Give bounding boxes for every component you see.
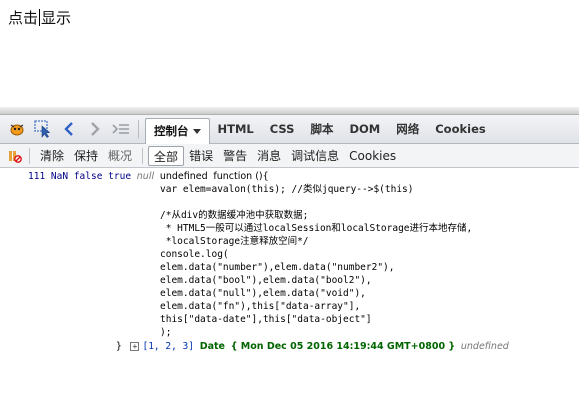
function-body-line: var elem=avalon(this); //类似jquery-->$(th… — [160, 184, 414, 195]
tab-html[interactable]: HTML — [210, 115, 262, 144]
clear-button[interactable]: 清除 — [35, 146, 69, 166]
tab-cookies[interactable]: Cookies — [427, 115, 493, 144]
function-body-line: /*从div的数据缓冲池中获取数据; — [160, 210, 309, 221]
filter-all[interactable]: 全部 — [148, 145, 185, 166]
tab-script[interactable]: 脚本 — [302, 115, 341, 144]
tab-console-label: 控制台 — [154, 123, 189, 138]
chevron-down-icon[interactable] — [192, 128, 201, 134]
console-output: 111 NaN false true null undefined functi… — [0, 168, 579, 400]
log-number: 111 — [28, 171, 46, 182]
close-brace: } — [116, 341, 122, 352]
filter-separator — [142, 147, 144, 164]
log-false: false — [73, 171, 103, 182]
command-line-icon[interactable] — [110, 118, 132, 140]
function-body-line: this["data-date"],this["data-object"] — [160, 314, 372, 325]
main-toolbar: 控制台 HTML CSS 脚本 DOM 网络 Cookies — [0, 115, 579, 144]
forward-arrow-icon[interactable] — [84, 118, 106, 140]
log-undefined: undefined — [159, 171, 208, 182]
persist-button[interactable]: 保持 — [69, 146, 103, 166]
toolbar-separator — [138, 120, 139, 138]
log-null: null — [136, 171, 155, 182]
function-body-line: * HTML5一般可以通过localSession和localStorage进行… — [160, 223, 473, 234]
log-date-value: { Mon Dec 05 2016 14:19:44 GMT+0800 } — [230, 341, 456, 352]
filter-cookies[interactable]: Cookies — [344, 146, 401, 166]
filter-debug[interactable]: 调试信息 — [286, 146, 344, 166]
log-undefined-tail: undefined — [460, 341, 509, 352]
log-function-head[interactable]: function (){ — [213, 171, 268, 182]
tab-network[interactable]: 网络 — [388, 115, 427, 144]
tab-dom[interactable]: DOM — [341, 115, 388, 144]
console-filter-bar: 清除 保持 概况 全部 错误 警告 消息 调试信息 Cookies — [0, 144, 579, 168]
function-body-line: elem.data("fn"),this["data-array"], — [160, 301, 361, 312]
function-body-line: ); — [160, 327, 172, 338]
text-caret — [39, 9, 41, 26]
break-on-errors-icon[interactable] — [8, 145, 22, 167]
filter-info[interactable]: 消息 — [252, 146, 286, 166]
function-body-line: console.log( — [160, 249, 229, 260]
function-body-line: elem.data("number"),elem.data("number2")… — [160, 262, 395, 273]
filter-separator — [29, 147, 30, 164]
function-body-line: *localStorage注意释放空间*/ — [160, 236, 309, 247]
back-arrow-icon[interactable] — [58, 118, 80, 140]
tab-console[interactable]: 控制台 — [145, 117, 210, 144]
tab-css[interactable]: CSS — [262, 115, 303, 144]
click-text: 点击 — [8, 9, 39, 27]
log-nan: NaN — [50, 171, 69, 182]
firebug-icon[interactable] — [6, 118, 28, 140]
firebug-panel: 控制台 HTML CSS 脚本 DOM 网络 Cookies 清除 保持 概况 … — [0, 107, 579, 401]
console-log-head: 111 NaN false true null undefined functi… — [28, 170, 269, 183]
log-array[interactable]: [1, 2, 3] — [142, 341, 193, 352]
filter-errors[interactable]: 错误 — [184, 146, 218, 166]
function-body-line: elem.data("bool"),elem.data("bool2"), — [160, 275, 372, 286]
expand-icon[interactable]: + — [130, 342, 140, 351]
inspect-icon[interactable] — [32, 118, 54, 140]
filter-warnings[interactable]: 警告 — [218, 146, 252, 166]
profile-button[interactable]: 概况 — [103, 146, 137, 166]
function-body-line: elem.data("null"),elem.data("void"), — [160, 288, 366, 299]
page-body-text: 点击 显示 — [8, 8, 71, 28]
show-text: 显示 — [41, 9, 72, 27]
log-true: true — [108, 171, 132, 182]
console-log-tail: } + [1, 2, 3] Date { Mon Dec 05 2016 14:1… — [116, 340, 509, 353]
log-date-label[interactable]: Date — [200, 341, 225, 352]
